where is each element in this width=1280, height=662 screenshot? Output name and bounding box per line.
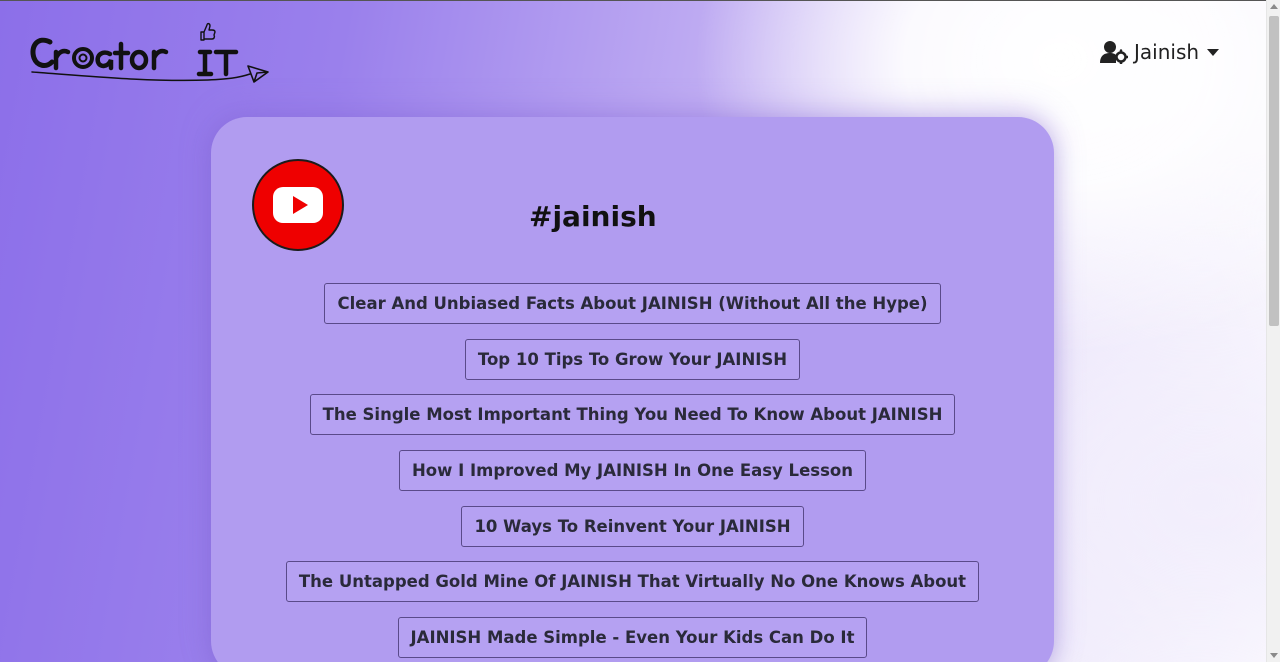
scroll-down-arrow-icon[interactable] [1270, 653, 1278, 658]
user-menu-dropdown[interactable]: Jainish [1100, 38, 1220, 66]
youtube-icon [252, 159, 344, 251]
scroll-up-arrow-icon[interactable] [1270, 4, 1278, 9]
title-suggestion-button[interactable]: 10 Ways To Reinvent Your JAINISH [461, 505, 804, 547]
title-suggestion-button[interactable]: Top 10 Tips To Grow Your JAINISH [464, 338, 801, 380]
user-name-label: Jainish [1134, 40, 1200, 64]
scrollbar-thumb[interactable] [1269, 16, 1279, 326]
page-scrollbar[interactable] [1266, 0, 1280, 662]
youtube-logo-rect [273, 187, 323, 223]
play-icon [292, 196, 308, 214]
title-suggestion-button[interactable]: The Single Most Important Thing You Need… [309, 394, 956, 436]
window-top-border [0, 0, 1266, 1]
title-suggestion-button[interactable]: How I Improved My JAINISH In One Easy Le… [399, 450, 866, 492]
hashtag-heading: #jainish [529, 200, 657, 233]
logo-graphic [30, 22, 269, 83]
title-suggestions-list: Clear And Unbiased Facts About JAINISH (… [211, 283, 1054, 662]
title-suggestion-button[interactable]: JAINISH Made Simple - Even Your Kids Can… [397, 617, 868, 659]
creator-it-logo[interactable] [28, 22, 273, 86]
user-gear-icon [1100, 40, 1129, 65]
hashtag-titles-card: #jainish Clear And Unbiased Facts About … [211, 117, 1054, 662]
title-suggestion-button[interactable]: Clear And Unbiased Facts About JAINISH (… [324, 283, 941, 324]
chevron-down-icon [1207, 48, 1220, 56]
title-suggestion-button[interactable]: The Untapped Gold Mine Of JAINISH That V… [285, 561, 980, 603]
